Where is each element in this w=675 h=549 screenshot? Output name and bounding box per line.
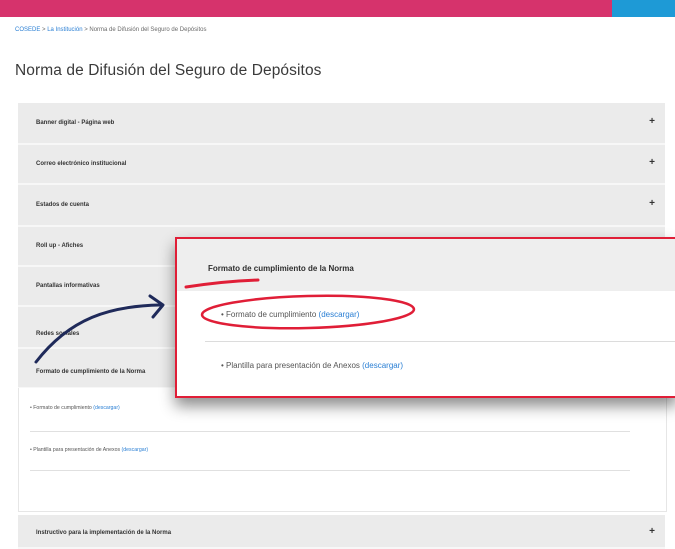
expand-plus-icon[interactable]: + xyxy=(649,157,655,168)
accordion-item-label: Redes sociales xyxy=(36,331,80,337)
page-title: Norma de Difusión del Seguro de Depósito… xyxy=(15,62,322,79)
download-item-text: Plantilla para presentación de Anexos xyxy=(33,447,121,453)
accordion-item-label: Banner digital - Página web xyxy=(36,120,115,126)
top-accent-bar xyxy=(612,0,675,17)
callout-title: Formato de cumplimiento de la Norma xyxy=(208,264,354,273)
breadcrumb-section-link[interactable]: La Institución xyxy=(47,27,82,33)
download-link[interactable]: (descargar) xyxy=(319,310,360,319)
accordion-item-estados-de-cuenta[interactable]: Estados de cuenta + xyxy=(18,185,665,227)
list-item: • Plantilla para presentación de Anexos … xyxy=(30,447,149,453)
accordion-item-label: Correo electrónico institucional xyxy=(36,161,127,167)
top-brand-bar xyxy=(0,0,675,17)
accordion-item-instructivo-implementacion[interactable]: Instructivo para la implementación de la… xyxy=(18,515,665,549)
accordion-item-label: Roll up - Afiches xyxy=(36,243,84,249)
accordion-item-label: Pantallas informativas xyxy=(36,283,100,289)
list-item: • Formato de cumplimiento (descargar) xyxy=(221,310,360,319)
list-item: • Plantilla para presentación de Anexos … xyxy=(221,361,404,370)
zoom-callout: Formato de cumplimiento de la Norma • Fo… xyxy=(175,237,675,398)
download-link[interactable]: (descargar) xyxy=(122,447,149,453)
accordion-item-correo-electronico[interactable]: Correo electrónico institucional + xyxy=(18,145,665,185)
list-item: • Formato de cumplimiento (descargar) xyxy=(30,405,120,411)
breadcrumb-current: Norma de Difusión del Seguro de Depósito… xyxy=(89,27,207,33)
divider xyxy=(30,470,630,471)
download-link[interactable]: (descargar) xyxy=(93,405,120,411)
accordion-item-label: Formato de cumplimiento de la Norma xyxy=(36,369,146,375)
divider xyxy=(30,431,630,432)
divider xyxy=(205,341,675,342)
accordion-item-banner-digital[interactable]: Banner digital - Página web + xyxy=(18,103,665,145)
accordion-item-label: Instructivo para la implementación de la… xyxy=(36,530,172,536)
download-item-text: Plantilla para presentación de Anexos xyxy=(226,361,360,370)
expand-plus-icon[interactable]: + xyxy=(649,526,655,537)
expand-plus-icon[interactable]: + xyxy=(649,198,655,209)
accordion-item-label: Estados de cuenta xyxy=(36,202,90,208)
download-item-text: Formato de cumplimiento xyxy=(226,310,317,319)
breadcrumb-home-link[interactable]: COSEDE xyxy=(15,27,40,33)
breadcrumb: COSEDE > La Institución > Norma de Difus… xyxy=(15,27,206,33)
download-link[interactable]: (descargar) xyxy=(362,361,403,370)
download-item-text: Formato de cumplimiento xyxy=(33,405,92,411)
expand-plus-icon[interactable]: + xyxy=(649,116,655,127)
